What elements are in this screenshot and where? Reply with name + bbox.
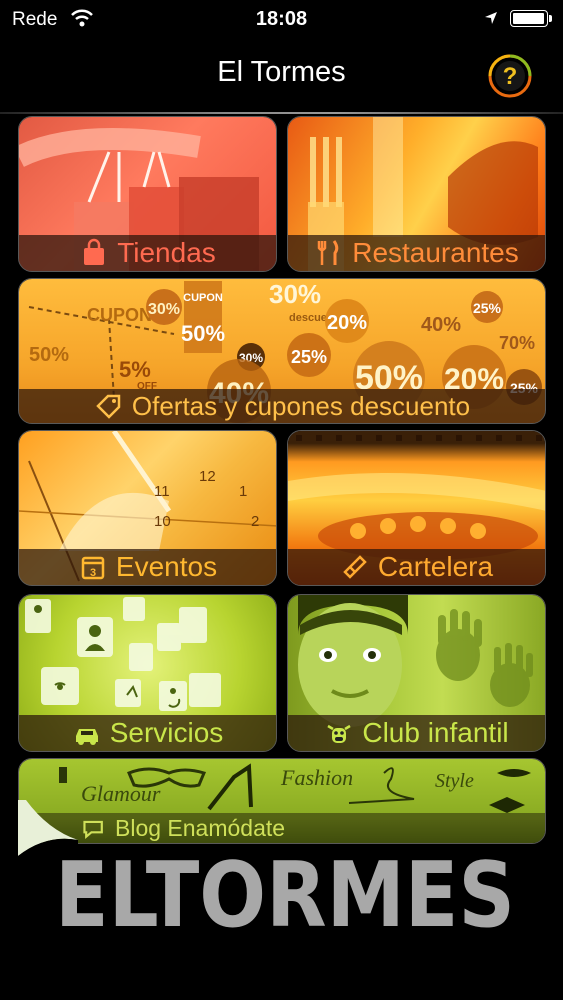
- ofertas-art-text: CUPON: [183, 292, 223, 304]
- tile-servicios[interactable]: Servicios: [18, 594, 277, 752]
- tile-label-bar: Ofertas y cupones descuento: [19, 389, 545, 423]
- eventos-art-text: 12: [199, 468, 216, 485]
- ofertas-art-text: 30%: [148, 301, 180, 318]
- location-arrow-icon: [485, 12, 497, 24]
- tiendas-label: Tiendas: [117, 237, 216, 268]
- ofertas-label: Ofertas y cupones descuento: [131, 390, 471, 421]
- ofertas-art-text: 5%: [119, 357, 151, 382]
- ofertas-art-text: 70%: [499, 333, 535, 353]
- battery-icon: [510, 10, 552, 27]
- chat-bubble-icon: [83, 820, 103, 839]
- servicios-label: Servicios: [109, 717, 224, 748]
- cartelera-label: Cartelera: [377, 551, 494, 582]
- help-question-icon[interactable]: ?: [487, 53, 533, 99]
- eventos-art-text: 11: [154, 483, 170, 500]
- ofertas-art-text: 30%: [269, 279, 321, 309]
- eventos-art-text: 10: [154, 513, 171, 530]
- tile-blog[interactable]: Glamour Fashion Style Blog Enamódate: [18, 758, 546, 844]
- blog-label: Blog Enamódate: [115, 814, 286, 841]
- club-infantil-label: Club infantil: [362, 717, 509, 748]
- tile-label-bar: Restaurantes: [288, 235, 545, 271]
- tile-tiendas[interactable]: Tiendas: [18, 116, 277, 272]
- ofertas-art-text: CUPON: [87, 305, 152, 325]
- tile-eventos[interactable]: 12 11 10 1 2 3 Eventos: [18, 430, 277, 586]
- calendar-icon: 3: [81, 556, 105, 580]
- ofertas-art-text: 50%: [181, 321, 225, 346]
- navigation-bar: El Tormes ?: [0, 38, 563, 114]
- svg-text:3: 3: [90, 567, 96, 579]
- blog-art-text: Style: [435, 770, 474, 792]
- tile-label-bar: Club infantil: [288, 715, 545, 751]
- blog-art-text: Glamour: [81, 781, 161, 806]
- svg-text:?: ?: [503, 63, 518, 90]
- restaurantes-label: Restaurantes: [352, 237, 519, 268]
- status-time: 18:08: [255, 8, 308, 30]
- tile-label-bar: 3 Eventos: [19, 549, 276, 585]
- ofertas-art-text: 40%: [421, 314, 461, 336]
- tile-restaurantes[interactable]: Restaurantes: [287, 116, 546, 272]
- film-clapper-icon: [343, 555, 367, 579]
- ofertas-art-text: 50%: [29, 344, 69, 366]
- fork-knife-icon: [317, 240, 339, 265]
- page-title: El Tormes: [217, 56, 346, 88]
- ofertas-art-text: 25%: [291, 347, 327, 367]
- navbar-divider: [0, 112, 563, 114]
- eventos-label: Eventos: [115, 551, 218, 582]
- tile-cartelera[interactable]: Cartelera: [287, 430, 546, 586]
- tile-ofertas[interactable]: CUPON 30% 50% 5% OFF CUPON 50% 30% descu…: [18, 278, 546, 424]
- status-bar: Rede 18:08: [0, 0, 563, 38]
- ofertas-art-text: 25%: [473, 300, 502, 316]
- brand-logo-text: ELTORMES: [55, 846, 515, 940]
- tile-label-bar: Servicios: [19, 715, 276, 751]
- blog-art-text: Fashion: [280, 765, 353, 790]
- tag-icon: [96, 394, 121, 419]
- brand-logo: ELTORMES: [55, 846, 515, 940]
- eventos-art-text: 2: [251, 513, 259, 530]
- tile-club-infantil[interactable]: Club infantil: [287, 594, 546, 752]
- eventos-art-text: 1: [239, 483, 247, 500]
- battery-level: [513, 13, 544, 24]
- car-icon: [75, 729, 98, 745]
- mascot-cow-icon: [327, 724, 351, 743]
- ofertas-art-text: 20%: [327, 312, 367, 334]
- shopping-bag-icon: [84, 238, 105, 265]
- tile-label-bar: Tiendas: [19, 235, 276, 271]
- tile-label-bar: Cartelera: [288, 549, 545, 585]
- tile-label-bar: Blog Enamódate: [19, 813, 545, 843]
